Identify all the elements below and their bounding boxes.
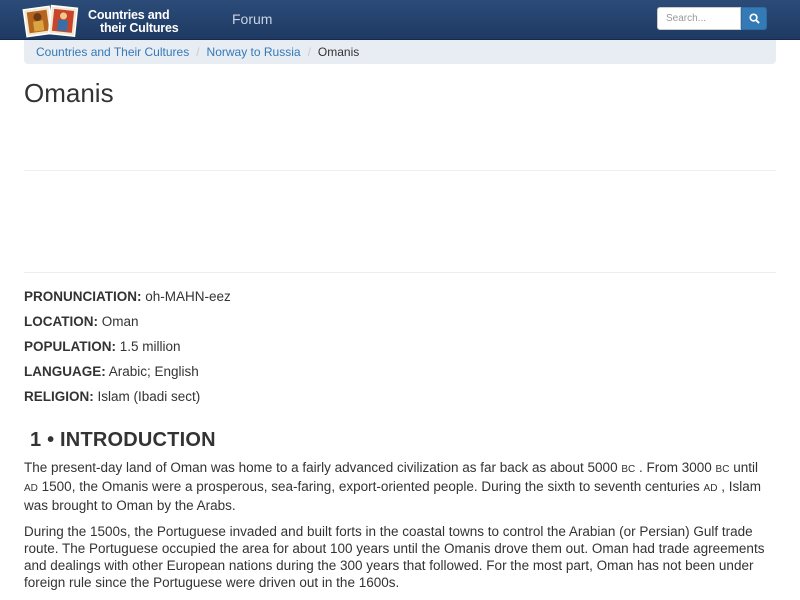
logo-collage-icon xyxy=(22,4,79,38)
text-run: The present-day land of Oman was home to… xyxy=(24,460,622,475)
facts-list: PRONUNCIATION: oh-MAHN-eez LOCATION: Oma… xyxy=(24,289,776,414)
text-run: 1500, the Omanis were a prosperous, sea-… xyxy=(37,479,704,494)
breadcrumb: Countries and Their Cultures / Norway to R… xyxy=(24,40,776,64)
fact-label: LOCATION: xyxy=(24,314,98,329)
paragraph: The present-day land of Oman was home to… xyxy=(24,459,769,514)
fact-language: LANGUAGE: Arabic; English xyxy=(24,364,776,380)
breadcrumb-link-norway-to-russia[interactable]: Norway to Russia xyxy=(207,45,301,59)
breadcrumb-current: Omanis xyxy=(317,45,360,59)
fact-value: Islam (Ibadi sect) xyxy=(93,389,201,404)
fact-value: Oman xyxy=(98,314,139,329)
divider xyxy=(24,272,776,273)
breadcrumb-separator: / xyxy=(196,45,200,59)
site-logo[interactable]: Countries and their Cultures xyxy=(22,3,217,39)
fact-location: LOCATION: Oman xyxy=(24,314,776,330)
top-navbar: Countries and their Cultures Forum xyxy=(0,0,800,40)
article-body: The present-day land of Oman was home to… xyxy=(24,459,769,600)
fact-value: Arabic; English xyxy=(105,364,199,379)
fact-population: POPULATION: 1.5 million xyxy=(24,339,776,355)
search-icon xyxy=(748,13,760,24)
logo-line-2: their Cultures xyxy=(100,21,179,35)
text-run: . From 3000 xyxy=(635,460,716,475)
era-abbrev: AD xyxy=(703,483,718,494)
fact-value: 1.5 million xyxy=(116,339,181,354)
fact-label: POPULATION: xyxy=(24,339,116,354)
era-abbrev: BC xyxy=(621,464,636,475)
fact-label: RELIGION: xyxy=(24,389,94,404)
fact-religion: RELIGION: Islam (Ibadi sect) xyxy=(24,389,776,405)
logo-text: Countries and their Cultures xyxy=(88,9,179,35)
fact-pronunciation: PRONUNCIATION: oh-MAHN-eez xyxy=(24,289,776,305)
breadcrumb-link-countries[interactable]: Countries and Their Cultures xyxy=(36,45,189,59)
nav-forum-link[interactable]: Forum xyxy=(232,11,272,27)
search-input[interactable] xyxy=(657,7,741,30)
fact-value: oh-MAHN-eez xyxy=(141,289,231,304)
fact-label: PRONUNCIATION: xyxy=(24,289,142,304)
era-abbrev: BC xyxy=(715,464,730,475)
breadcrumb-separator: / xyxy=(307,45,311,59)
page-title: Omanis xyxy=(24,78,114,108)
divider xyxy=(24,170,776,171)
fact-label: LANGUAGE: xyxy=(24,364,106,379)
text-run: until xyxy=(729,460,758,475)
paragraph: During the 1500s, the Portuguese invaded… xyxy=(24,524,765,590)
section-heading-introduction: 1 • INTRODUCTION xyxy=(30,429,216,451)
search-button[interactable] xyxy=(741,7,767,30)
era-abbrev: AD xyxy=(24,483,38,494)
